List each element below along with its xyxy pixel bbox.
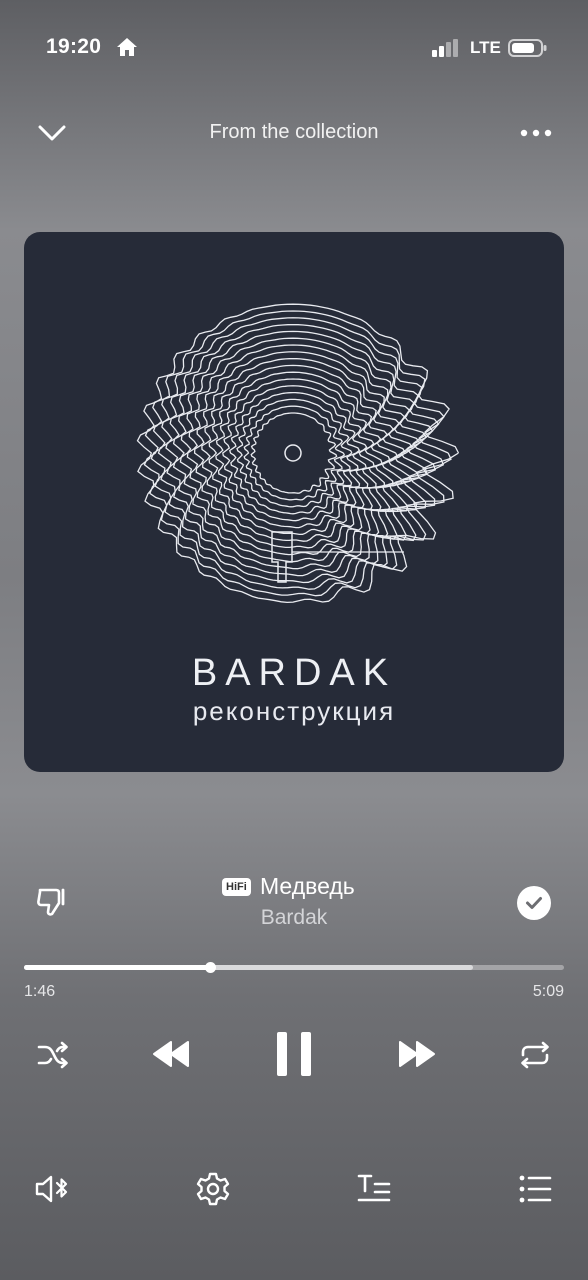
album-artwork: BARDAK реконструкция bbox=[24, 232, 564, 772]
shuffle-icon[interactable] bbox=[36, 1038, 70, 1072]
track-artist[interactable]: Bardak bbox=[0, 906, 588, 930]
battery-icon bbox=[508, 39, 547, 57]
progress-played bbox=[24, 965, 210, 970]
artwork-album-text: реконструкция bbox=[192, 696, 396, 726]
time-elapsed: 1:46 bbox=[24, 983, 56, 1000]
pause-icon[interactable] bbox=[274, 1030, 314, 1078]
liked-check-button[interactable] bbox=[517, 886, 551, 920]
settings-icon[interactable] bbox=[195, 1171, 231, 1207]
bluetooth-speaker-icon[interactable] bbox=[34, 1170, 72, 1208]
hifi-badge: HiFi bbox=[222, 878, 251, 896]
vinyl-groove bbox=[243, 405, 346, 501]
vinyl-groove bbox=[165, 330, 428, 577]
signal-icon bbox=[432, 39, 458, 57]
home-icon bbox=[117, 38, 137, 56]
repeat-icon[interactable] bbox=[518, 1038, 552, 1072]
progress-handle[interactable] bbox=[204, 962, 216, 973]
more-dots-icon[interactable] bbox=[516, 118, 556, 148]
vinyl-groove bbox=[157, 323, 437, 584]
header-title: From the collection bbox=[209, 121, 379, 143]
forward-icon[interactable] bbox=[396, 1036, 438, 1072]
track-title: Медведь bbox=[260, 873, 355, 899]
queue-icon[interactable] bbox=[517, 1171, 553, 1207]
artwork-artist-text: BARDAK bbox=[191, 652, 397, 694]
lyrics-icon[interactable] bbox=[356, 1171, 392, 1207]
progress-bar[interactable] bbox=[24, 962, 564, 973]
vinyl-groove bbox=[250, 412, 338, 494]
network-type-label: LTE bbox=[470, 38, 501, 57]
time-total: 5:09 bbox=[532, 983, 564, 1000]
rewind-icon[interactable] bbox=[150, 1036, 192, 1072]
checkmark-icon bbox=[526, 897, 542, 909]
status-time: 19:20 bbox=[46, 35, 102, 58]
vinyl-groove bbox=[236, 398, 353, 508]
